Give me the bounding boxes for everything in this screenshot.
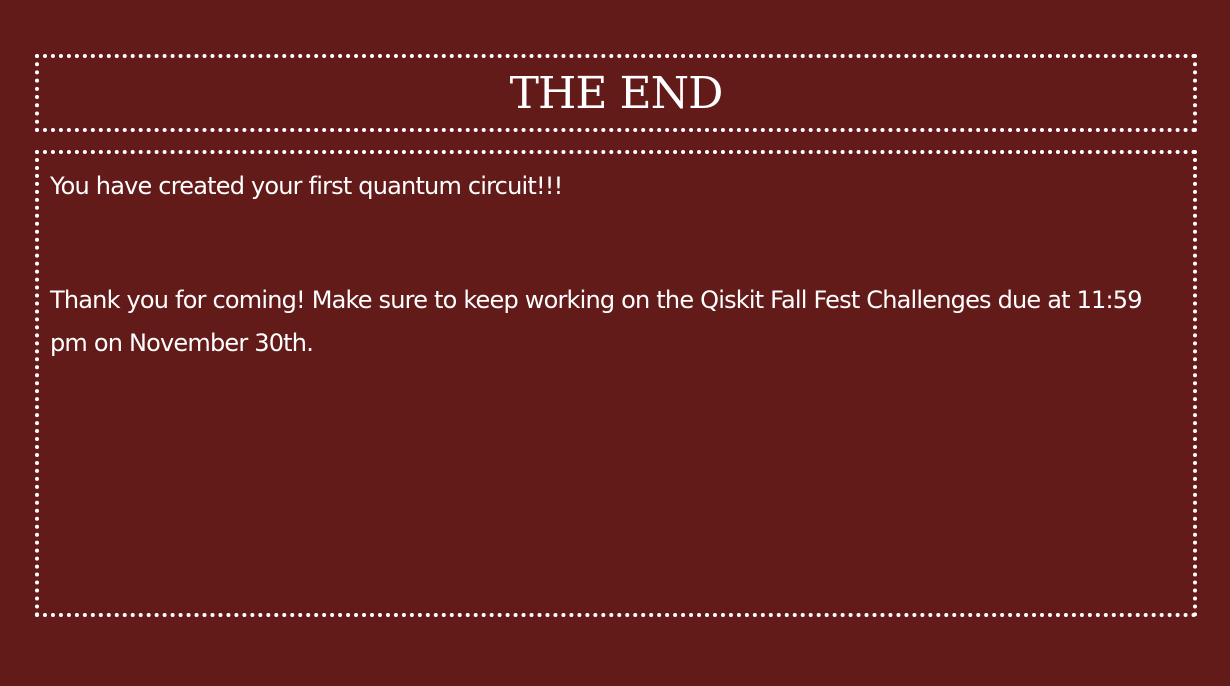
slide-title: THE END — [509, 68, 724, 119]
message-paragraph-2: Thank you for coming! Make sure to keep … — [50, 286, 1143, 357]
content-box: You have created your first quantum circ… — [35, 150, 1197, 617]
message-paragraph-1: You have created your first quantum circ… — [50, 172, 563, 200]
slide: THE END You have created your first quan… — [0, 0, 1230, 686]
title-box: THE END — [35, 54, 1197, 132]
